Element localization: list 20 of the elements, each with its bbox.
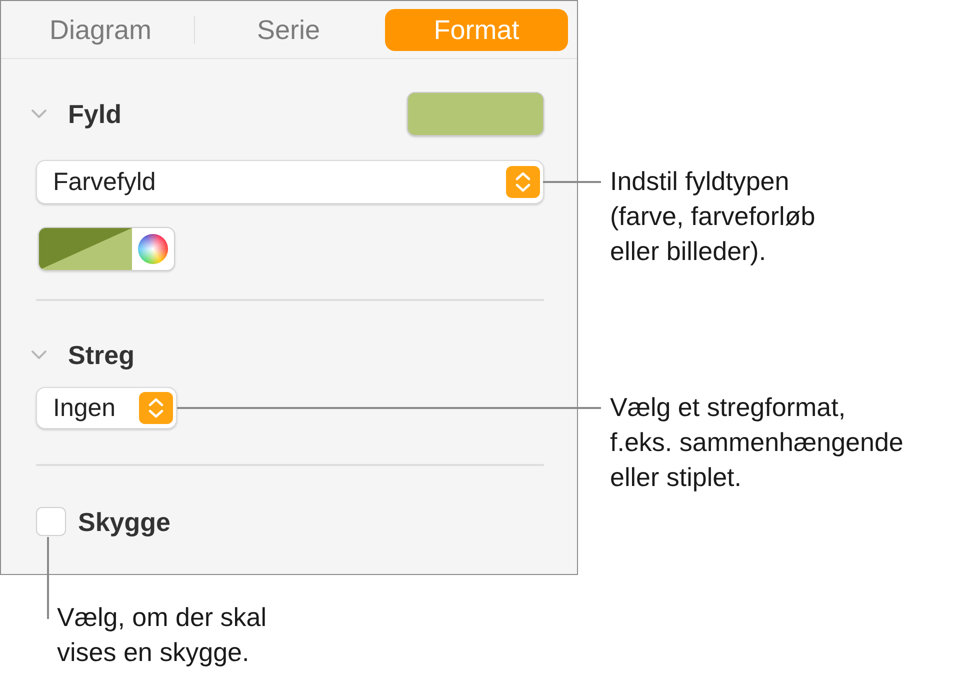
stepper-icon — [139, 392, 173, 424]
chevron-icon[interactable] — [31, 109, 47, 119]
tab[interactable]: Format — [385, 9, 568, 51]
section-title: Fyld — [68, 101, 122, 127]
callout-text: Vælg, om der skal vises en skygge. — [57, 601, 267, 669]
checkbox[interactable] — [36, 507, 66, 536]
checkbox-label: Skygge — [78, 508, 170, 534]
gradient-swatch-icon — [39, 228, 132, 270]
tab[interactable]: Serie — [197, 9, 380, 51]
stepper-icon — [506, 166, 540, 198]
popup-menu[interactable]: Farvefyld — [36, 160, 544, 204]
callout-text: Indstil fyldtypen (farve, farveforløb eller billeder). — [610, 165, 816, 268]
section-title: Streg — [68, 342, 134, 368]
chevron-icon[interactable] — [31, 350, 47, 360]
popup-menu[interactable]: Ingen — [36, 387, 177, 429]
color-well[interactable] — [38, 227, 175, 271]
color-wheel-icon — [138, 234, 168, 264]
tab[interactable]: Diagram — [9, 9, 192, 51]
color-swatch[interactable] — [407, 92, 544, 136]
callout-text: Vælg et stregformat, f.eks. sammenhængende eller stiplet. — [610, 391, 904, 494]
